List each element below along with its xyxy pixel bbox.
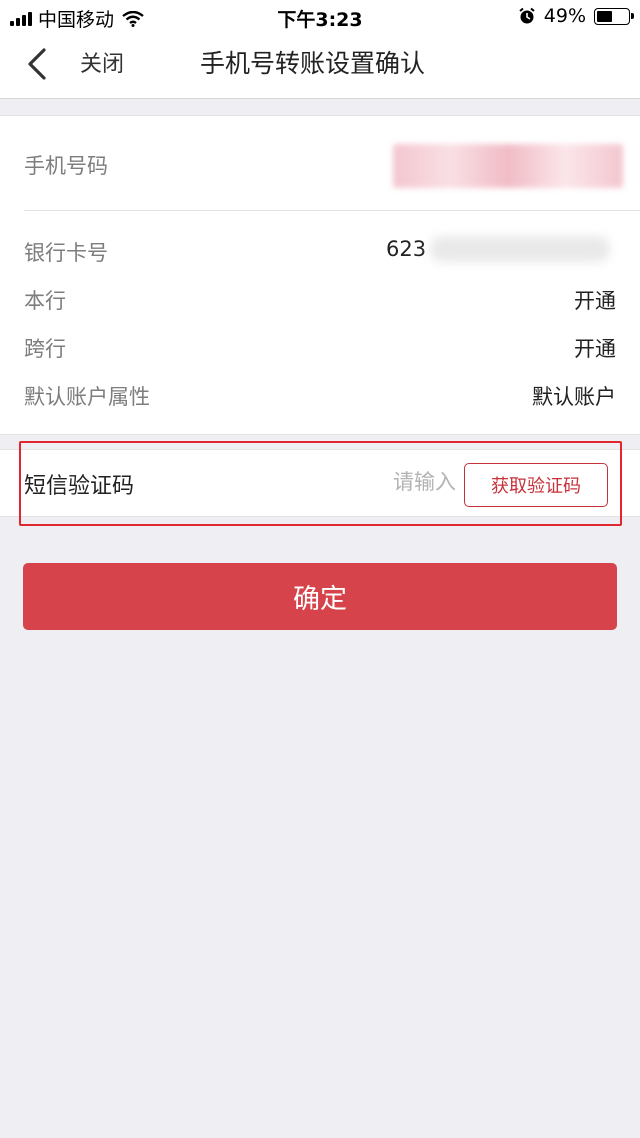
- default-account-label: 默认账户属性: [24, 385, 150, 409]
- account-info-card: 手机号码 银行卡号 623 本行 开通 跨行 开通 默认账户属性 默认账户: [0, 115, 640, 435]
- cross-bank-value: 开通: [574, 337, 616, 361]
- cross-bank-label: 跨行: [24, 337, 66, 361]
- battery-percent: 49%: [543, 5, 586, 27]
- highlight-annotation: [19, 441, 622, 526]
- page-title: 手机号转账设置确认: [200, 49, 426, 78]
- card-number-redacted: [430, 236, 610, 262]
- phone-label: 手机号码: [24, 154, 108, 178]
- phone-number-redacted: [393, 144, 623, 188]
- divider: [24, 210, 640, 211]
- card-number-value: 623: [386, 237, 427, 261]
- back-arrow-icon[interactable]: [22, 40, 58, 88]
- confirm-button[interactable]: 确定: [23, 563, 617, 630]
- navigation-bar: 关闭 手机号转账设置确认: [0, 34, 640, 99]
- alarm-icon: [519, 7, 535, 24]
- status-right: 49%: [518, 5, 634, 27]
- status-bar: 中国移动 下午3:23 49%: [0, 0, 640, 34]
- card-number-label: 银行卡号: [24, 241, 108, 265]
- battery-icon: [594, 7, 634, 25]
- default-account-value: 默认账户: [532, 385, 616, 409]
- same-bank-value: 开通: [574, 289, 616, 313]
- same-bank-label: 本行: [24, 289, 66, 313]
- close-link[interactable]: 关闭: [80, 46, 124, 78]
